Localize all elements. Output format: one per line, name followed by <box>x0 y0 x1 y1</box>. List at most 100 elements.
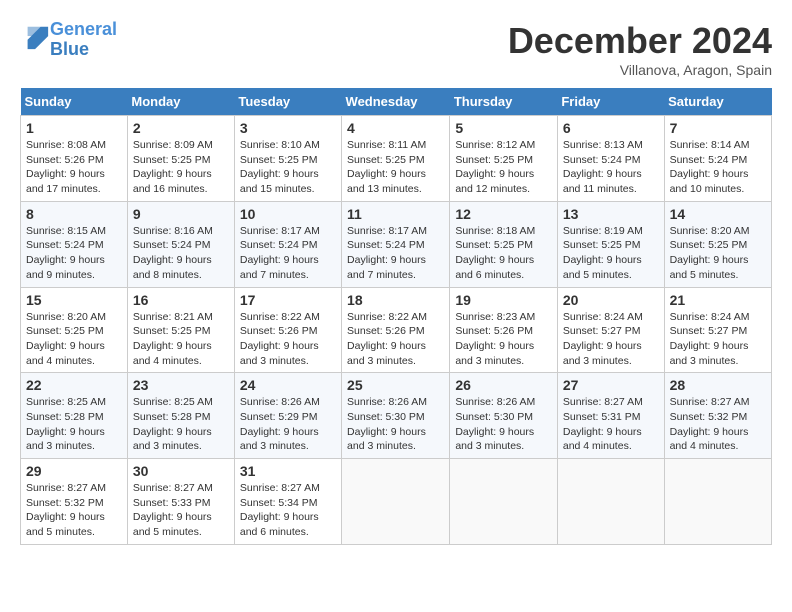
calendar-cell: 9 Sunrise: 8:16 AMSunset: 5:24 PMDayligh… <box>127 201 234 287</box>
day-info: Sunrise: 8:22 AMSunset: 5:26 PMDaylight:… <box>347 310 444 369</box>
day-number: 1 <box>26 120 122 136</box>
calendar-cell: 1 Sunrise: 8:08 AMSunset: 5:26 PMDayligh… <box>21 116 128 202</box>
day-info: Sunrise: 8:19 AMSunset: 5:25 PMDaylight:… <box>563 224 659 283</box>
day-number: 2 <box>133 120 229 136</box>
calendar-cell: 24 Sunrise: 8:26 AMSunset: 5:29 PMDaylig… <box>234 373 341 459</box>
day-info: Sunrise: 8:20 AMSunset: 5:25 PMDaylight:… <box>26 310 122 369</box>
calendar-week-3: 15 Sunrise: 8:20 AMSunset: 5:25 PMDaylig… <box>21 287 772 373</box>
col-header-wednesday: Wednesday <box>342 88 450 116</box>
day-number: 9 <box>133 206 229 222</box>
day-number: 31 <box>240 463 336 479</box>
day-number: 8 <box>26 206 122 222</box>
day-number: 21 <box>670 292 766 308</box>
day-number: 14 <box>670 206 766 222</box>
calendar-cell <box>557 459 664 545</box>
day-info: Sunrise: 8:21 AMSunset: 5:25 PMDaylight:… <box>133 310 229 369</box>
day-number: 6 <box>563 120 659 136</box>
location: Villanova, Aragon, Spain <box>508 62 772 78</box>
calendar-cell: 11 Sunrise: 8:17 AMSunset: 5:24 PMDaylig… <box>342 201 450 287</box>
calendar-cell: 16 Sunrise: 8:21 AMSunset: 5:25 PMDaylig… <box>127 287 234 373</box>
day-info: Sunrise: 8:11 AMSunset: 5:25 PMDaylight:… <box>347 138 444 197</box>
day-info: Sunrise: 8:17 AMSunset: 5:24 PMDaylight:… <box>347 224 444 283</box>
calendar-cell: 14 Sunrise: 8:20 AMSunset: 5:25 PMDaylig… <box>664 201 771 287</box>
calendar-cell: 26 Sunrise: 8:26 AMSunset: 5:30 PMDaylig… <box>450 373 558 459</box>
day-info: Sunrise: 8:27 AMSunset: 5:34 PMDaylight:… <box>240 481 336 540</box>
day-number: 24 <box>240 377 336 393</box>
day-number: 22 <box>26 377 122 393</box>
calendar-cell: 5 Sunrise: 8:12 AMSunset: 5:25 PMDayligh… <box>450 116 558 202</box>
calendar-cell: 12 Sunrise: 8:18 AMSunset: 5:25 PMDaylig… <box>450 201 558 287</box>
day-number: 5 <box>455 120 552 136</box>
day-number: 10 <box>240 206 336 222</box>
day-info: Sunrise: 8:27 AMSunset: 5:33 PMDaylight:… <box>133 481 229 540</box>
day-number: 25 <box>347 377 444 393</box>
calendar-week-4: 22 Sunrise: 8:25 AMSunset: 5:28 PMDaylig… <box>21 373 772 459</box>
calendar-week-5: 29 Sunrise: 8:27 AMSunset: 5:32 PMDaylig… <box>21 459 772 545</box>
day-info: Sunrise: 8:27 AMSunset: 5:32 PMDaylight:… <box>26 481 122 540</box>
calendar-cell: 23 Sunrise: 8:25 AMSunset: 5:28 PMDaylig… <box>127 373 234 459</box>
day-info: Sunrise: 8:26 AMSunset: 5:29 PMDaylight:… <box>240 395 336 454</box>
calendar-cell: 29 Sunrise: 8:27 AMSunset: 5:32 PMDaylig… <box>21 459 128 545</box>
day-number: 18 <box>347 292 444 308</box>
calendar-cell: 31 Sunrise: 8:27 AMSunset: 5:34 PMDaylig… <box>234 459 341 545</box>
calendar-cell: 15 Sunrise: 8:20 AMSunset: 5:25 PMDaylig… <box>21 287 128 373</box>
logo-text: General Blue <box>50 20 117 60</box>
calendar-cell: 22 Sunrise: 8:25 AMSunset: 5:28 PMDaylig… <box>21 373 128 459</box>
day-info: Sunrise: 8:27 AMSunset: 5:32 PMDaylight:… <box>670 395 766 454</box>
col-header-thursday: Thursday <box>450 88 558 116</box>
title-block: December 2024 Villanova, Aragon, Spain <box>508 20 772 78</box>
logo-icon <box>22 23 50 51</box>
day-info: Sunrise: 8:20 AMSunset: 5:25 PMDaylight:… <box>670 224 766 283</box>
day-info: Sunrise: 8:09 AMSunset: 5:25 PMDaylight:… <box>133 138 229 197</box>
day-number: 19 <box>455 292 552 308</box>
calendar-cell: 30 Sunrise: 8:27 AMSunset: 5:33 PMDaylig… <box>127 459 234 545</box>
day-info: Sunrise: 8:13 AMSunset: 5:24 PMDaylight:… <box>563 138 659 197</box>
day-number: 12 <box>455 206 552 222</box>
day-info: Sunrise: 8:24 AMSunset: 5:27 PMDaylight:… <box>670 310 766 369</box>
day-info: Sunrise: 8:08 AMSunset: 5:26 PMDaylight:… <box>26 138 122 197</box>
day-info: Sunrise: 8:26 AMSunset: 5:30 PMDaylight:… <box>455 395 552 454</box>
day-number: 28 <box>670 377 766 393</box>
day-info: Sunrise: 8:12 AMSunset: 5:25 PMDaylight:… <box>455 138 552 197</box>
calendar-header-row: SundayMondayTuesdayWednesdayThursdayFrid… <box>21 88 772 116</box>
day-info: Sunrise: 8:24 AMSunset: 5:27 PMDaylight:… <box>563 310 659 369</box>
day-number: 23 <box>133 377 229 393</box>
day-number: 3 <box>240 120 336 136</box>
calendar-cell: 8 Sunrise: 8:15 AMSunset: 5:24 PMDayligh… <box>21 201 128 287</box>
calendar-cell: 18 Sunrise: 8:22 AMSunset: 5:26 PMDaylig… <box>342 287 450 373</box>
col-header-tuesday: Tuesday <box>234 88 341 116</box>
calendar-cell: 25 Sunrise: 8:26 AMSunset: 5:30 PMDaylig… <box>342 373 450 459</box>
col-header-saturday: Saturday <box>664 88 771 116</box>
calendar-cell: 19 Sunrise: 8:23 AMSunset: 5:26 PMDaylig… <box>450 287 558 373</box>
day-number: 26 <box>455 377 552 393</box>
calendar-cell <box>450 459 558 545</box>
day-number: 29 <box>26 463 122 479</box>
day-info: Sunrise: 8:18 AMSunset: 5:25 PMDaylight:… <box>455 224 552 283</box>
calendar-cell: 13 Sunrise: 8:19 AMSunset: 5:25 PMDaylig… <box>557 201 664 287</box>
calendar-cell: 28 Sunrise: 8:27 AMSunset: 5:32 PMDaylig… <box>664 373 771 459</box>
day-info: Sunrise: 8:25 AMSunset: 5:28 PMDaylight:… <box>133 395 229 454</box>
day-number: 17 <box>240 292 336 308</box>
col-header-sunday: Sunday <box>21 88 128 116</box>
logo: General Blue <box>20 20 117 60</box>
calendar-cell: 27 Sunrise: 8:27 AMSunset: 5:31 PMDaylig… <box>557 373 664 459</box>
day-info: Sunrise: 8:10 AMSunset: 5:25 PMDaylight:… <box>240 138 336 197</box>
day-info: Sunrise: 8:23 AMSunset: 5:26 PMDaylight:… <box>455 310 552 369</box>
day-info: Sunrise: 8:17 AMSunset: 5:24 PMDaylight:… <box>240 224 336 283</box>
calendar-week-1: 1 Sunrise: 8:08 AMSunset: 5:26 PMDayligh… <box>21 116 772 202</box>
day-number: 11 <box>347 206 444 222</box>
day-number: 13 <box>563 206 659 222</box>
day-info: Sunrise: 8:15 AMSunset: 5:24 PMDaylight:… <box>26 224 122 283</box>
calendar-cell: 17 Sunrise: 8:22 AMSunset: 5:26 PMDaylig… <box>234 287 341 373</box>
page-header: General Blue December 2024 Villanova, Ar… <box>20 20 772 78</box>
calendar-cell: 20 Sunrise: 8:24 AMSunset: 5:27 PMDaylig… <box>557 287 664 373</box>
calendar-cell: 2 Sunrise: 8:09 AMSunset: 5:25 PMDayligh… <box>127 116 234 202</box>
month-title: December 2024 <box>508 20 772 62</box>
calendar-cell: 4 Sunrise: 8:11 AMSunset: 5:25 PMDayligh… <box>342 116 450 202</box>
col-header-monday: Monday <box>127 88 234 116</box>
day-info: Sunrise: 8:26 AMSunset: 5:30 PMDaylight:… <box>347 395 444 454</box>
day-info: Sunrise: 8:25 AMSunset: 5:28 PMDaylight:… <box>26 395 122 454</box>
day-number: 16 <box>133 292 229 308</box>
day-number: 4 <box>347 120 444 136</box>
day-info: Sunrise: 8:27 AMSunset: 5:31 PMDaylight:… <box>563 395 659 454</box>
